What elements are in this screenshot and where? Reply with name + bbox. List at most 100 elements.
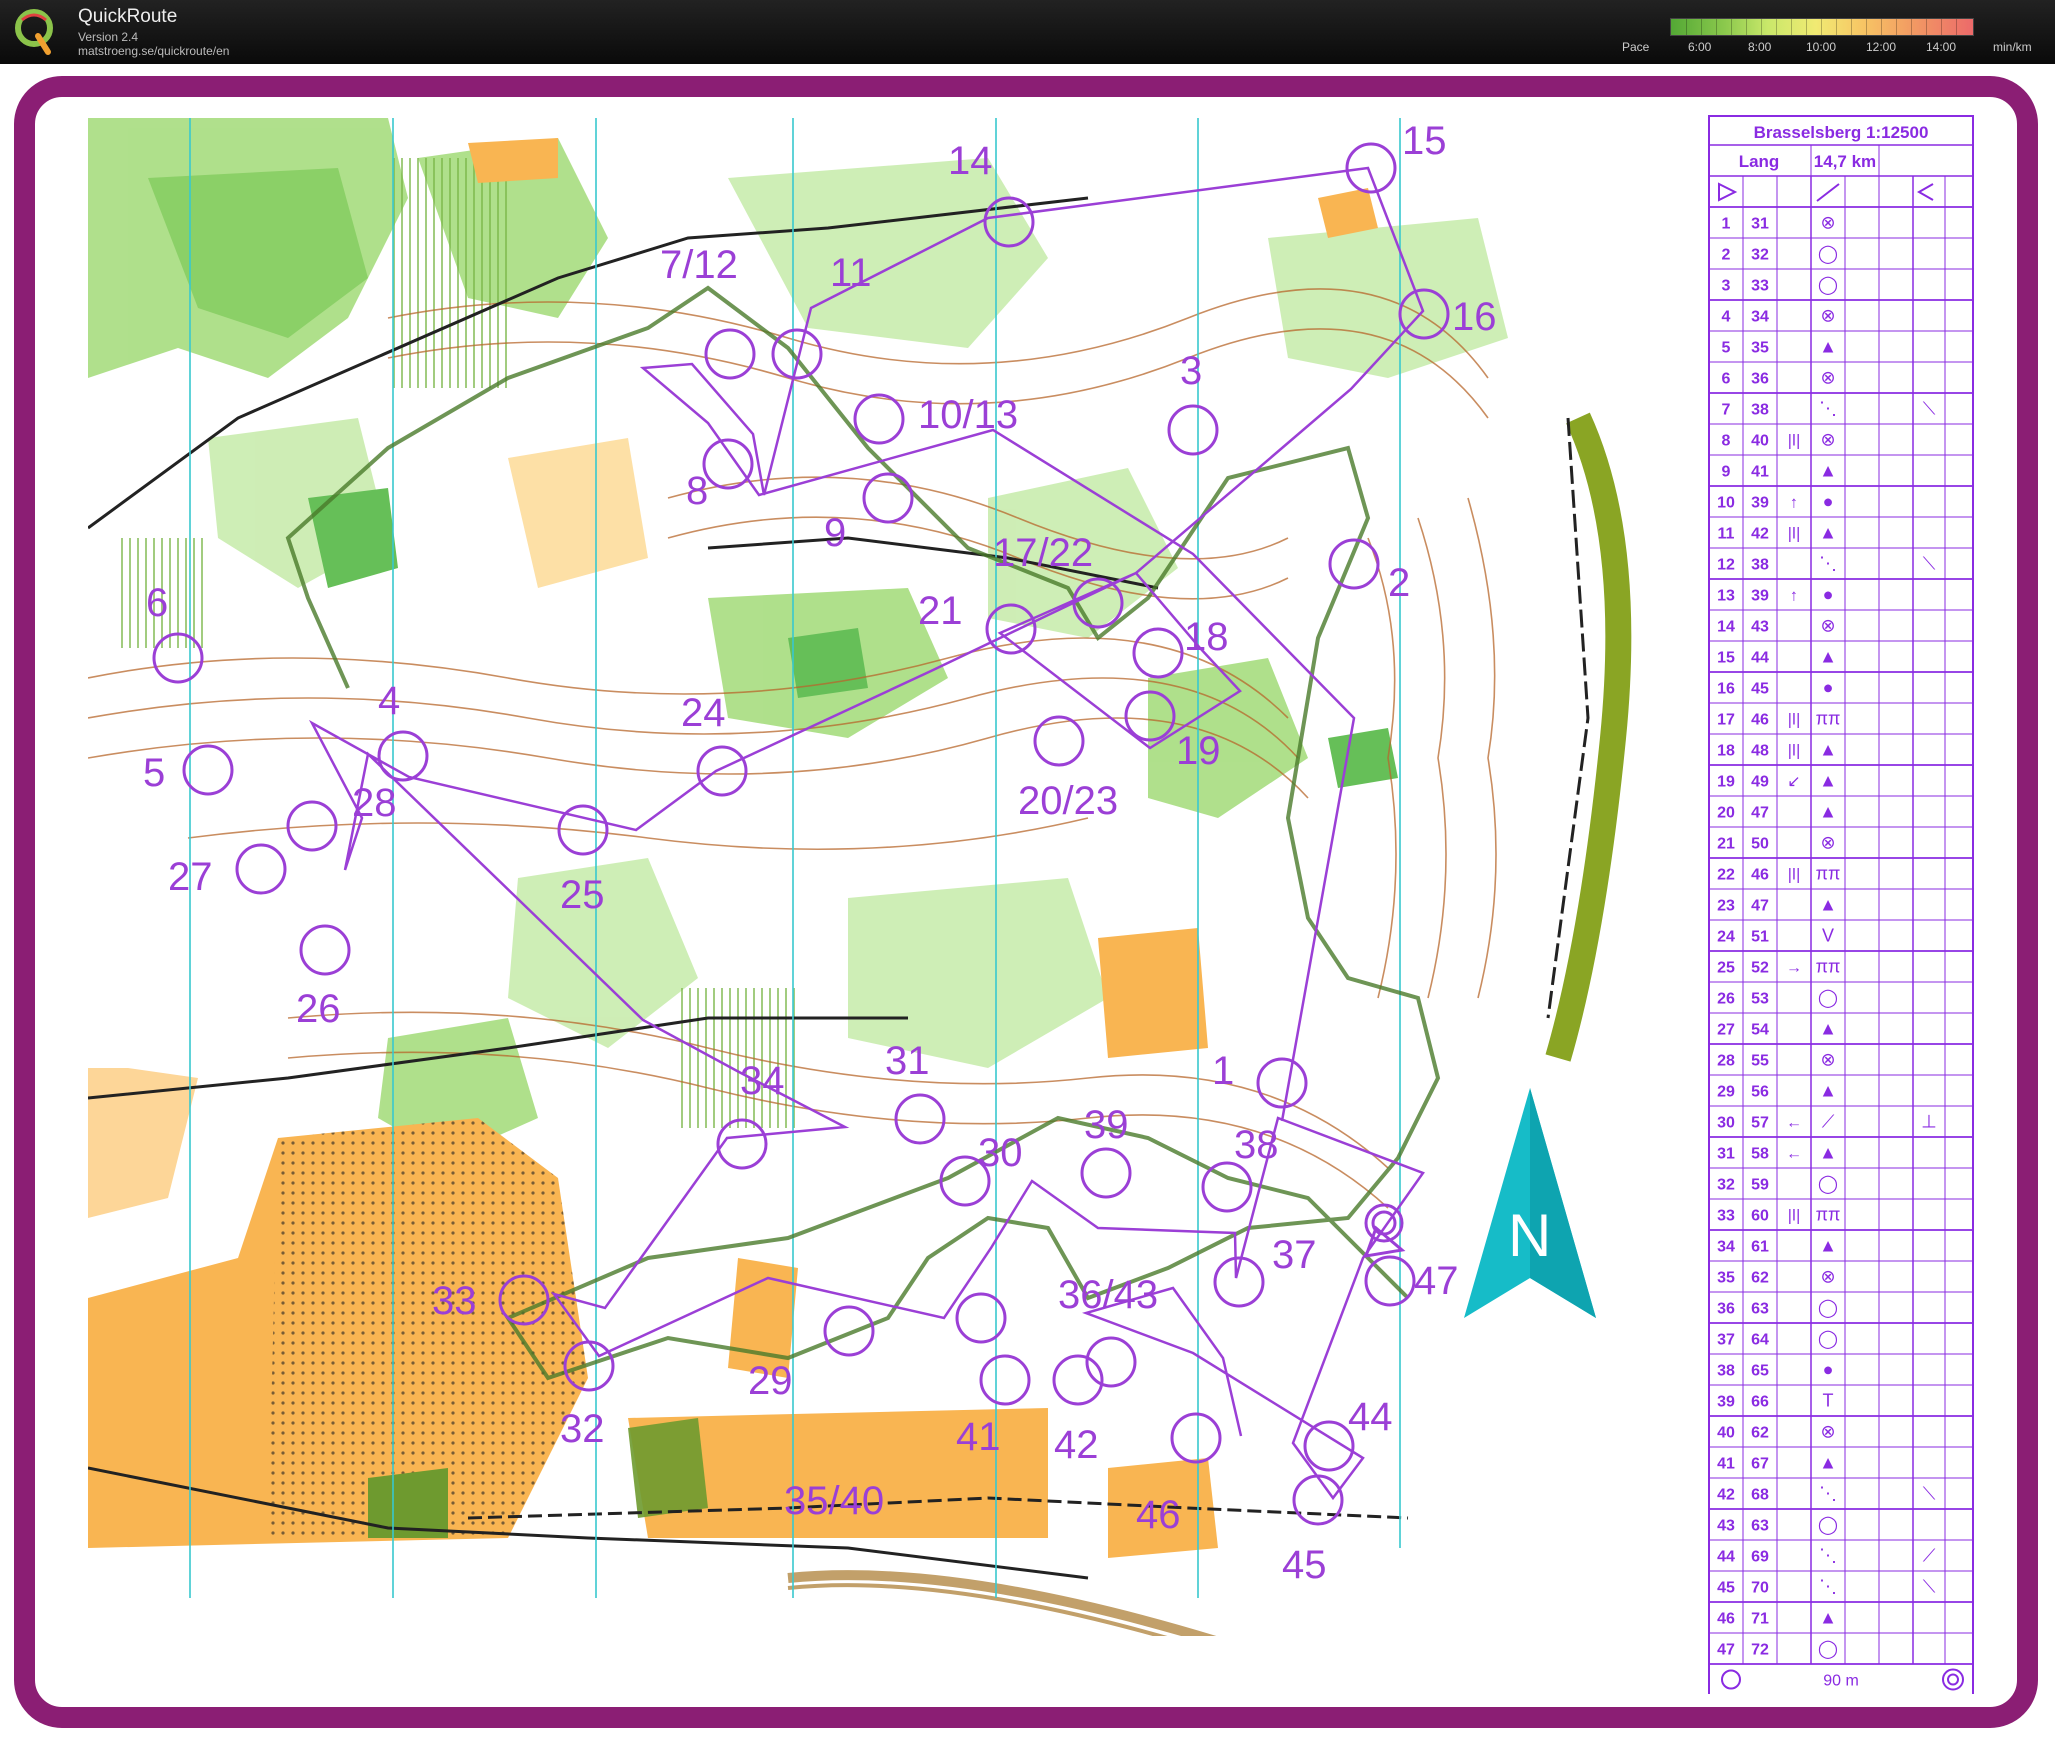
pace-tick: 12:00 (1866, 40, 1897, 54)
legend-feature-symbol: ⊗ (1820, 1050, 1835, 1070)
legend-control-code: 34 (1751, 309, 1769, 326)
legend-control-number: 45 (1717, 1580, 1735, 1597)
legend-control-number: 25 (1717, 960, 1735, 977)
control-label: 41 (956, 1415, 1001, 1459)
control-label: 30 (978, 1131, 1023, 1175)
legend-feature-symbol: ▲ (1819, 1081, 1837, 1101)
control-label: 25 (560, 873, 605, 917)
legend-feature-symbol: ◯ (1818, 988, 1838, 1009)
legend-control-number: 5 (1722, 340, 1731, 357)
legend-finish-distance: 90 m (1823, 1673, 1859, 1690)
legend-control-code: 69 (1751, 1549, 1769, 1566)
control-description-sheet: Brasselsberg 1:12500Lang 14,7 km1 31 ⊗2 32 ◯3… (1708, 115, 1974, 1694)
legend-control-code: 58 (1751, 1146, 1769, 1163)
legend-control-number: 2 (1722, 247, 1731, 264)
legend-control-code: 42 (1751, 526, 1769, 543)
control-label: 26 (296, 987, 341, 1031)
legend-feature-symbol: ⋱ (1819, 1484, 1837, 1504)
legend-control-number: 42 (1717, 1487, 1735, 1504)
legend-which-feature: |ǀ| (1788, 1208, 1800, 1225)
legend-control-code: 63 (1751, 1301, 1769, 1318)
legend-control-number: 36 (1717, 1301, 1735, 1318)
app-url[interactable]: matstroeng.se/quickroute/en (78, 44, 229, 58)
legend-control-number: 39 (1717, 1394, 1735, 1411)
undergrowth-area (388, 158, 508, 388)
control-label: 31 (885, 1039, 930, 1083)
legend-control-number: 7 (1722, 402, 1731, 419)
legend-control-number: 23 (1717, 898, 1735, 915)
legend-control-number: 18 (1717, 743, 1735, 760)
pace-tick: 10:00 (1806, 40, 1837, 54)
legend-control-number: 35 (1717, 1270, 1735, 1287)
legend-control-code: 48 (1751, 743, 1769, 760)
legend-control-code: 72 (1751, 1642, 1769, 1659)
app-header: QuickRoute Version 2.4 matstroeng.se/qui… (0, 0, 2055, 64)
legend-feature-symbol: ● (1823, 585, 1834, 605)
legend-control-number: 8 (1722, 433, 1731, 450)
control-label: 47 (1414, 1259, 1459, 1303)
control-label: 7/12 (660, 243, 738, 287)
legend-feature-symbol: ππ (1816, 957, 1841, 977)
legend-control-code: 49 (1751, 774, 1769, 791)
legend-control-code: 32 (1751, 247, 1769, 264)
legend-control-number: 27 (1717, 1022, 1735, 1039)
legend-location-symbol: ⟋ (1923, 1546, 1936, 1566)
north-arrow-label: N (1508, 1202, 1551, 1269)
legend-location-symbol: ⟍ (1923, 1484, 1936, 1504)
legend-control-number: 13 (1717, 588, 1735, 605)
legend-feature-symbol: ◯ (1818, 1329, 1838, 1350)
legend-feature-symbol: ππ (1816, 709, 1841, 729)
legend-feature-symbol: ● (1823, 678, 1834, 698)
control-label: 10/13 (918, 393, 1018, 437)
legend-which-feature: |ǀ| (1788, 743, 1800, 760)
legend-control-number: 38 (1717, 1363, 1735, 1380)
legend-control-code: 70 (1751, 1580, 1769, 1597)
legend-control-number: 6 (1722, 371, 1731, 388)
legend-control-number: 12 (1717, 557, 1735, 574)
legend-control-code: 36 (1751, 371, 1769, 388)
legend-control-number: 24 (1717, 929, 1735, 946)
legend-control-number: 44 (1717, 1549, 1735, 1566)
legend-control-code: 43 (1751, 619, 1769, 636)
control-label: 44 (1348, 1395, 1393, 1439)
control-label: 35/40 (784, 1479, 884, 1523)
legend-control-code: 50 (1751, 836, 1769, 853)
legend-location-symbol: ⟍ (1923, 1577, 1936, 1597)
legend-control-number: 34 (1717, 1239, 1735, 1256)
legend-control-code: 39 (1751, 495, 1769, 512)
control-label: 46 (1136, 1493, 1181, 1537)
pace-color-scale (1670, 18, 1974, 36)
legend-feature-symbol: ▲ (1819, 895, 1837, 915)
legend-feature-symbol: ⊗ (1820, 833, 1835, 853)
legend-control-number: 1 (1722, 216, 1731, 233)
legend-control-number: 33 (1717, 1208, 1735, 1225)
control-label: 38 (1234, 1123, 1279, 1167)
legend-control-number: 31 (1717, 1146, 1735, 1163)
legend-which-feature: ← (1786, 1115, 1802, 1132)
orienteering-map[interactable]: 1 2 3 4 5 6 7/12 8 9 10/13 11 14 15 16 1… (88, 118, 1660, 1636)
legend-feature-symbol: ▲ (1819, 740, 1837, 760)
legend-class: Lang (1739, 152, 1780, 171)
legend-which-feature: |ǀ| (1788, 526, 1800, 543)
control-label: 8 (686, 469, 708, 513)
legend-control-number: 14 (1717, 619, 1735, 636)
legend-control-number: 29 (1717, 1084, 1735, 1101)
legend-control-number: 21 (1717, 836, 1735, 853)
legend-control-code: 31 (1751, 216, 1769, 233)
legend-feature-symbol: ▲ (1819, 1143, 1837, 1163)
legend-feature-symbol: ⊗ (1820, 430, 1835, 450)
legend-feature-symbol: ⊗ (1820, 1267, 1835, 1287)
legend-feature-symbol: ▲ (1819, 1019, 1837, 1039)
control-label: 32 (560, 1407, 605, 1451)
legend-feature-symbol: ◯ (1818, 1515, 1838, 1536)
legend-control-code: 35 (1751, 340, 1769, 357)
control-label: 27 (168, 855, 213, 899)
legend-feature-symbol: ◯ (1818, 275, 1838, 296)
legend-control-number: 32 (1717, 1177, 1735, 1194)
legend-control-code: 51 (1751, 929, 1769, 946)
legend-feature-symbol: ⊗ (1820, 306, 1835, 326)
legend-control-number: 3 (1722, 278, 1731, 295)
legend-control-number: 20 (1717, 805, 1735, 822)
legend-feature-symbol: ▲ (1819, 1608, 1837, 1628)
legend-control-code: 52 (1751, 960, 1769, 977)
